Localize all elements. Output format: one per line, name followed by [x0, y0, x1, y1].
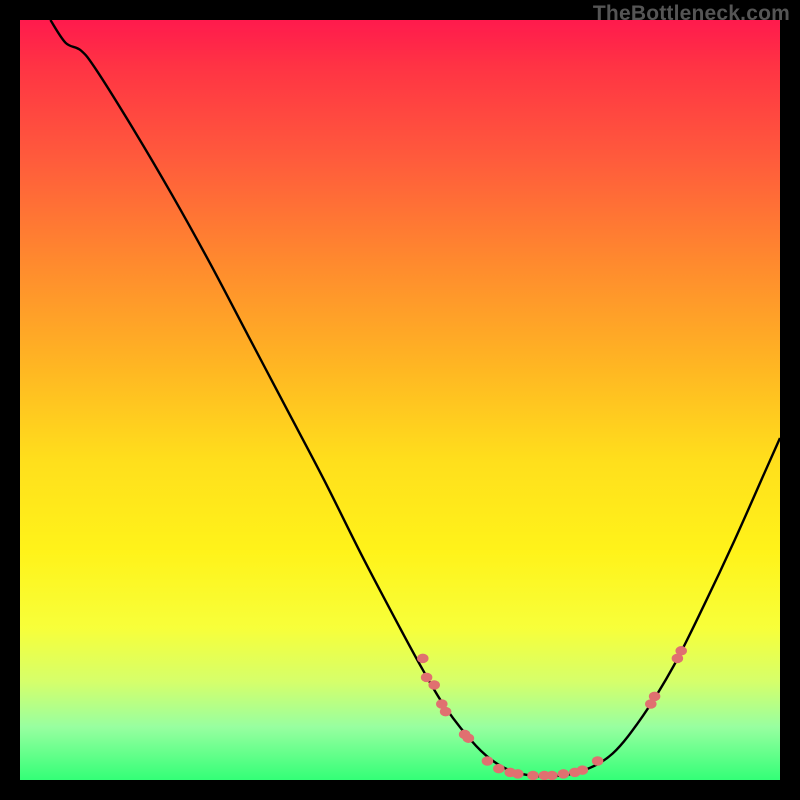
- data-point: [675, 646, 687, 656]
- data-point: [546, 771, 558, 780]
- chart-frame: TheBottleneck.com: [0, 0, 800, 800]
- plot-svg: [20, 20, 780, 780]
- data-point: [493, 764, 505, 774]
- data-point: [512, 769, 524, 779]
- data-point: [558, 769, 570, 779]
- data-point: [421, 673, 433, 683]
- data-point: [428, 680, 440, 690]
- data-point: [577, 765, 589, 775]
- data-point: [440, 707, 452, 717]
- scatter-points: [417, 646, 687, 780]
- data-point: [463, 733, 475, 743]
- data-point: [482, 756, 494, 766]
- plot-area: [20, 20, 780, 780]
- data-point: [649, 692, 661, 702]
- data-point: [417, 654, 429, 664]
- data-point: [527, 771, 539, 780]
- bottleneck-curve: [50, 20, 780, 776]
- data-point: [592, 756, 604, 766]
